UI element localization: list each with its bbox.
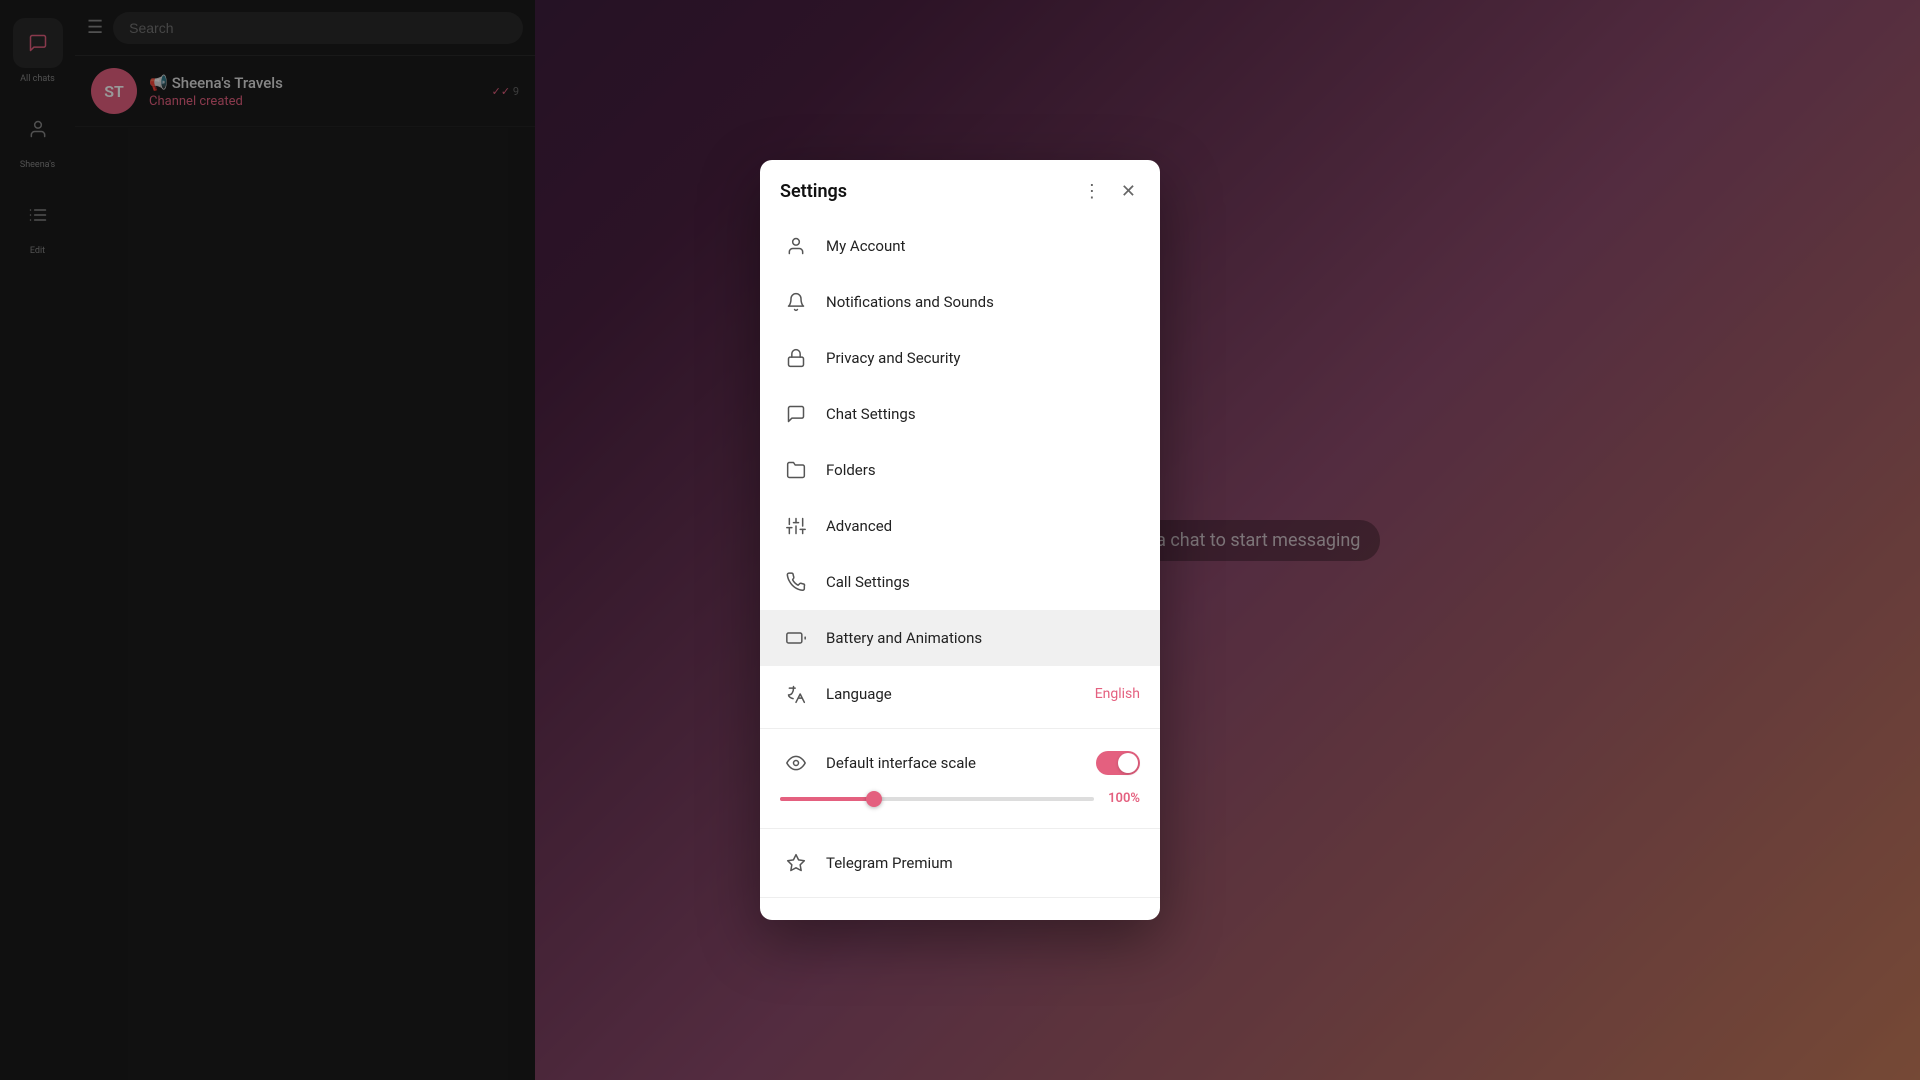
settings-modal: Settings ⋮ ✕ My Account Notifications an… — [760, 160, 1160, 920]
battery-animations-label: Battery and Animations — [826, 629, 1140, 647]
sliders-icon — [780, 510, 812, 542]
modal-more-button[interactable]: ⋮ — [1079, 178, 1105, 204]
modal-header-actions: ⋮ ✕ — [1079, 178, 1140, 204]
chat-icon — [780, 398, 812, 430]
slider-fill — [780, 797, 874, 801]
interface-scale-label: Default interface scale — [826, 754, 1096, 772]
account-icon — [780, 230, 812, 262]
modal-title: Settings — [780, 181, 847, 202]
settings-item-my-account[interactable]: My Account — [760, 218, 1160, 274]
privacy-label: Privacy and Security — [826, 349, 1140, 367]
question-circle-icon — [780, 916, 812, 920]
notifications-label: Notifications and Sounds — [826, 293, 1140, 311]
interface-scale-toggle[interactable] — [1096, 751, 1140, 775]
lock-icon — [780, 342, 812, 374]
settings-item-telegram-premium[interactable]: Telegram Premium — [760, 835, 1160, 891]
settings-item-folders[interactable]: Folders — [760, 442, 1160, 498]
settings-item-battery-animations[interactable]: Battery and Animations — [760, 610, 1160, 666]
divider-1 — [760, 728, 1160, 729]
modal-body: My Account Notifications and Sounds Priv… — [760, 218, 1160, 920]
chat-settings-label: Chat Settings — [826, 405, 1140, 423]
phone-icon — [780, 566, 812, 598]
settings-item-telegram-faq[interactable]: Telegram FAQ — [760, 904, 1160, 920]
settings-item-chat-settings[interactable]: Chat Settings — [760, 386, 1160, 442]
divider-3 — [760, 897, 1160, 898]
battery-icon — [780, 622, 812, 654]
call-settings-label: Call Settings — [826, 573, 1140, 591]
advanced-label: Advanced — [826, 517, 1140, 535]
folder-icon — [780, 454, 812, 486]
translate-icon — [780, 678, 812, 710]
slider-track[interactable] — [780, 797, 1094, 801]
settings-item-notifications[interactable]: Notifications and Sounds — [760, 274, 1160, 330]
language-label: Language — [826, 685, 1095, 703]
modal-header: Settings ⋮ ✕ — [760, 160, 1160, 218]
settings-item-language[interactable]: Language English — [760, 666, 1160, 722]
slider-value: 100% — [1104, 791, 1140, 806]
slider-thumb[interactable] — [866, 791, 882, 807]
modal-close-button[interactable]: ✕ — [1117, 178, 1140, 204]
settings-item-interface-scale[interactable]: Default interface scale — [760, 735, 1160, 791]
star-icon — [780, 847, 812, 879]
settings-item-call-settings[interactable]: Call Settings — [760, 554, 1160, 610]
language-value: English — [1095, 686, 1140, 702]
settings-item-privacy[interactable]: Privacy and Security — [760, 330, 1160, 386]
settings-item-advanced[interactable]: Advanced — [760, 498, 1160, 554]
slider-section: 100% — [760, 791, 1160, 822]
slider-row: 100% — [780, 791, 1140, 806]
divider-2 — [760, 828, 1160, 829]
folders-label: Folders — [826, 461, 1140, 479]
my-account-label: My Account — [826, 237, 1140, 255]
telegram-premium-label: Telegram Premium — [826, 854, 1140, 872]
eye-icon — [780, 747, 812, 779]
bell-icon — [780, 286, 812, 318]
